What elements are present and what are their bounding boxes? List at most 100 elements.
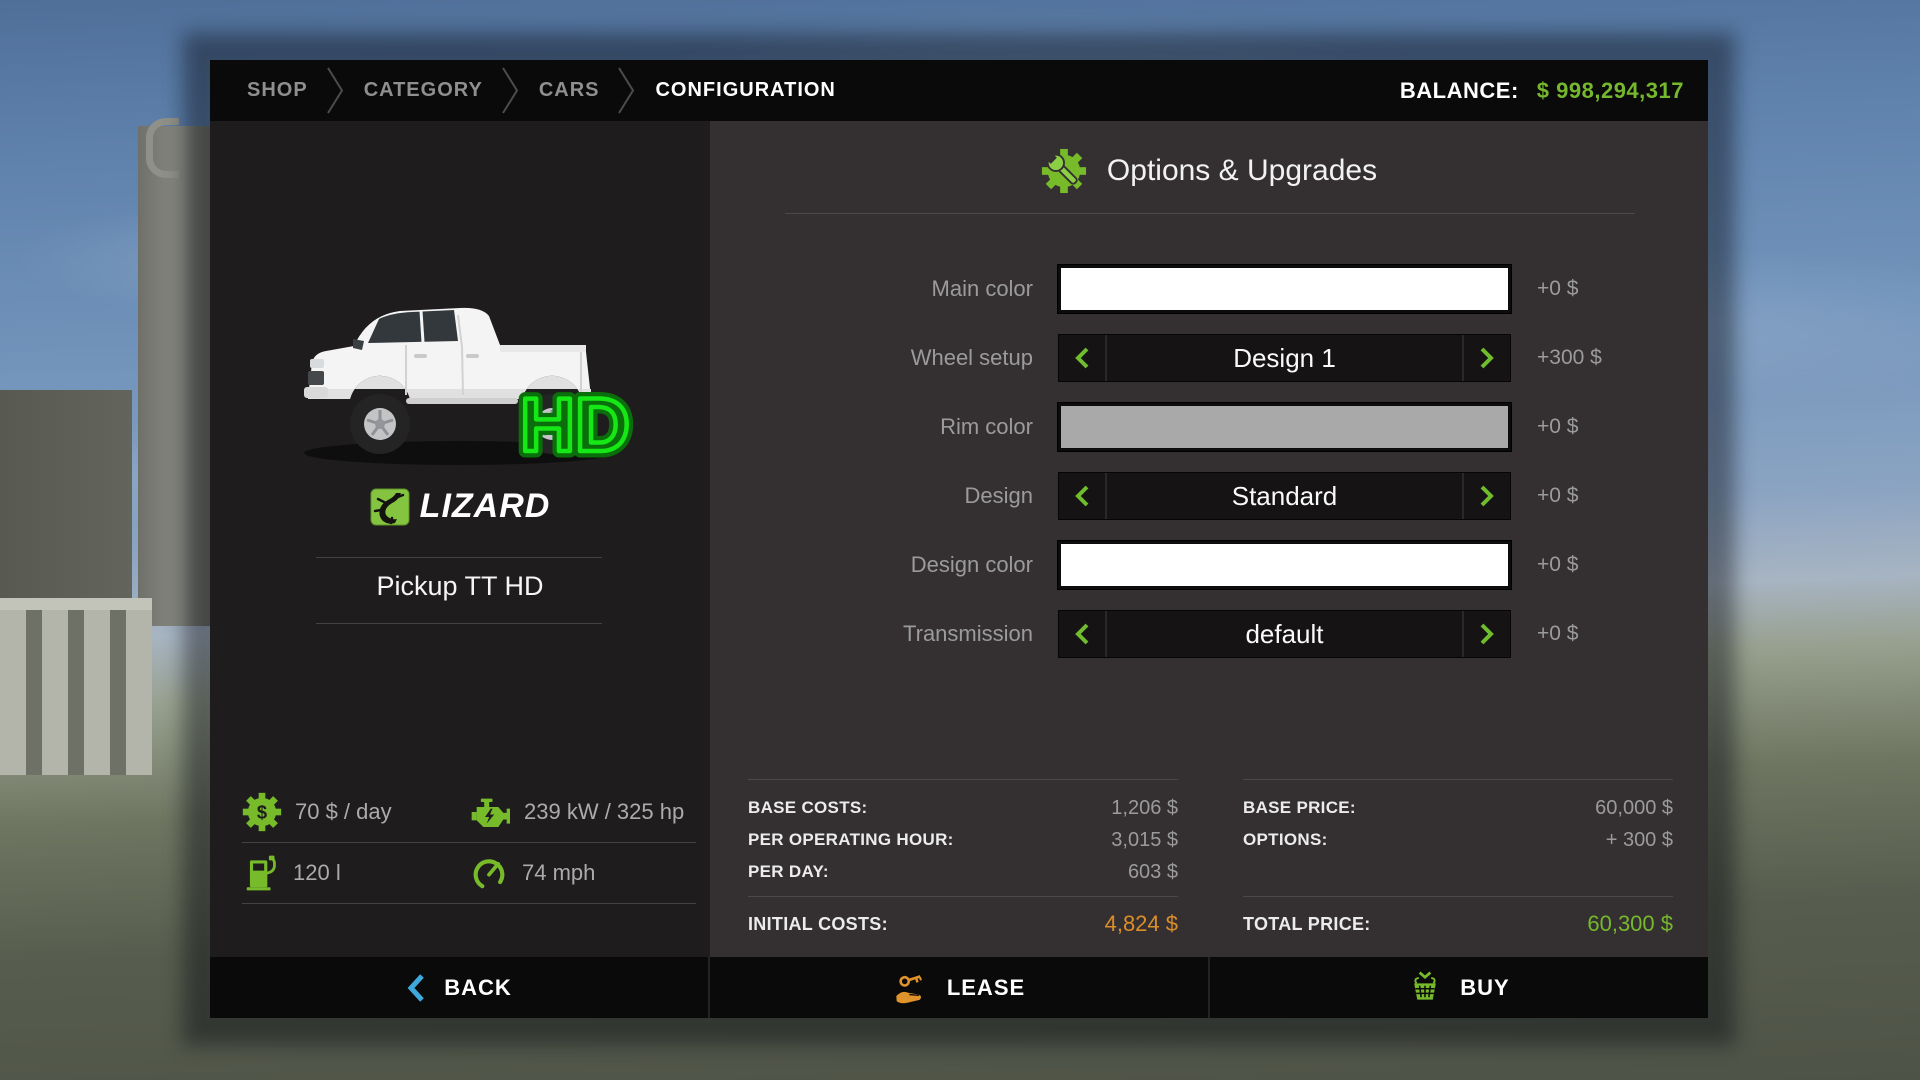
divider [316,623,602,624]
price-block: BASE PRICE: 60,000 $ OPTIONS: + 300 $ TO… [1243,779,1673,937]
background-lamp [146,118,179,178]
gear-dollar-icon: $ [242,792,282,832]
buy-button[interactable]: BUY [1210,957,1708,1018]
back-button[interactable]: BACK [210,957,708,1018]
selector-value: default [1107,619,1462,650]
config-price: +0 $ [1537,484,1578,508]
options-header: Options & Upgrades [710,143,1708,199]
breadcrumb-configuration: CONFIGURATION [642,79,848,102]
config-price: +0 $ [1537,553,1578,577]
config-price: +0 $ [1537,622,1578,646]
cost-label: PER DAY: [748,862,829,882]
balance-label: BALANCE: [1400,78,1519,104]
cost-value: 60,000 $ [1595,797,1673,820]
gear-wrench-icon [1041,148,1087,194]
config-row-main-color: Main color +0 $ [710,265,1708,313]
divider [1243,896,1673,897]
running-costs-block: BASE COSTS: 1,206 $ PER OPERATING HOUR: … [748,779,1178,937]
chevron-left-icon [1074,622,1090,646]
balance-value: $ 998,294,317 [1537,78,1684,104]
cost-summary: BASE COSTS: 1,206 $ PER OPERATING HOUR: … [748,779,1673,937]
config-label: Wheel setup [710,345,1058,371]
stat-speed: 74 mph [469,853,696,893]
divider [785,213,1635,214]
configuration-rows: Main color +0 $ Wheel setup Design 1 [710,265,1708,679]
lizard-logo-icon [370,488,410,526]
stat-power: 239 kW / 325 hp [469,792,696,832]
design-color-swatch[interactable] [1058,541,1511,589]
cost-label: BASE COSTS: [748,798,867,818]
initial-costs-label: INITIAL COSTS: [748,914,888,935]
hd-overlay-text: HD HD [500,379,650,474]
breadcrumb-bar: SHOP CATEGORY CARS CONFIGURATION BALANCE… [210,60,1708,121]
cost-value: + 300 $ [1606,829,1673,852]
total-price-label: TOTAL PRICE: [1243,914,1371,935]
breadcrumb-cars[interactable]: CARS [526,79,613,102]
prev-option-button[interactable] [1059,473,1107,519]
next-option-button[interactable] [1462,611,1510,657]
vehicle-stats: $ 70 $ / day [242,782,696,904]
stat-value: 239 kW / 325 hp [524,799,684,825]
background-wall [0,390,132,620]
buy-label: BUY [1460,975,1509,1001]
back-chevron-icon [406,972,426,1004]
breadcrumb-shop[interactable]: SHOP [234,79,321,102]
config-label: Design color [710,552,1058,578]
prev-option-button[interactable] [1059,335,1107,381]
config-price: +0 $ [1537,277,1578,301]
balance: BALANCE: $ 998,294,317 [1400,78,1684,104]
dialog-body: HD HD LIZARD Pickup TT HD [210,121,1708,957]
initial-costs-value: 4,824 $ [1105,911,1178,937]
options-panel: Options & Upgrades Main color +0 $ Wheel… [710,121,1708,957]
breadcrumb: SHOP CATEGORY CARS CONFIGURATION [234,60,849,121]
config-label: Transmission [710,621,1058,647]
chevron-separator-icon [500,60,522,121]
chevron-separator-icon [325,60,347,121]
vehicle-name: Pickup TT HD [210,571,710,602]
stat-value: 74 mph [522,860,595,886]
chevron-left-icon [1074,346,1090,370]
svg-text:$: $ [257,802,267,823]
back-label: BACK [444,975,512,1001]
stat-fuel: 120 l [242,853,469,893]
stat-maintenance: $ 70 $ / day [242,792,469,832]
config-price: +300 $ [1537,346,1602,370]
prev-option-button[interactable] [1059,611,1107,657]
cost-value: 603 $ [1128,861,1178,884]
config-label: Rim color [710,414,1058,440]
rim-color-swatch[interactable] [1058,403,1511,451]
breadcrumb-category[interactable]: CATEGORY [351,79,496,102]
lease-button[interactable]: LEASE [710,957,1208,1018]
config-row-design: Design Standard +0 $ [710,472,1708,520]
chevron-separator-icon [616,60,638,121]
next-option-button[interactable] [1462,473,1510,519]
chevron-right-icon [1479,346,1495,370]
divider [748,896,1178,897]
stat-value: 70 $ / day [295,799,392,825]
chevron-right-icon [1479,484,1495,508]
cost-label: PER OPERATING HOUR: [748,830,954,850]
main-color-swatch[interactable] [1058,265,1511,313]
config-row-transmission: Transmission default +0 $ [710,610,1708,658]
brand-name: LIZARD [420,487,551,526]
lease-label: LEASE [947,975,1025,1001]
cost-value: 1,206 $ [1111,797,1178,820]
action-bar: BACK LEASE [210,957,1708,1018]
svg-text:HD: HD [520,383,630,468]
front-wheel [350,394,410,454]
hand-key-lease-icon [893,970,929,1006]
background-shed [0,598,152,775]
config-label: Main color [710,276,1058,302]
engine-icon [469,792,511,832]
fuel-pump-icon [242,853,280,893]
divider [316,557,602,558]
options-title: Options & Upgrades [1107,154,1377,188]
config-label: Design [710,483,1058,509]
background-building [138,126,220,626]
cost-value: 3,015 $ [1111,829,1178,852]
vehicle-panel: HD HD LIZARD Pickup TT HD [210,121,710,957]
chevron-left-icon [1074,484,1090,508]
speedometer-icon [469,853,509,893]
cost-label: BASE PRICE: [1243,798,1356,818]
next-option-button[interactable] [1462,335,1510,381]
